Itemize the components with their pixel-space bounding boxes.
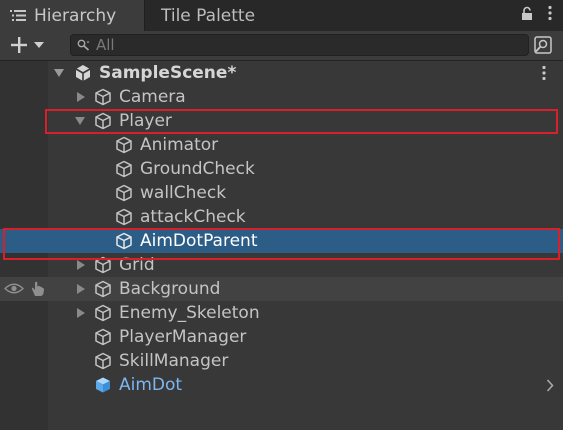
tab-actions — [521, 5, 553, 21]
hierarchy-item-attackcheck[interactable]: attackCheck — [0, 205, 563, 229]
hamburger-list-icon — [10, 10, 26, 21]
hierarchy-item-label: Camera — [119, 87, 186, 107]
gameobject-cube-icon — [116, 208, 132, 226]
hierarchy-item-label: Player — [119, 111, 172, 131]
open-prefab-chevron-icon[interactable] — [546, 379, 554, 392]
gameobject-cube-icon — [95, 352, 111, 370]
plus-icon — [11, 37, 27, 53]
hierarchy-item-label: wallCheck — [140, 183, 227, 203]
pickable-hand-icon[interactable] — [29, 280, 47, 298]
hierarchy-item-skillmanager[interactable]: SkillManager — [0, 349, 563, 373]
gameobject-cube-icon — [95, 112, 111, 130]
hierarchy-item-grid[interactable]: Grid — [0, 253, 563, 277]
hierarchy-item-label: Grid — [119, 255, 155, 275]
scene-row[interactable]: SampleScene* — [0, 61, 563, 85]
gameobject-cube-icon — [95, 304, 111, 322]
search-input[interactable] — [96, 36, 496, 54]
tab-hierarchy-label: Hierarchy — [34, 5, 117, 26]
hierarchy-item-animator[interactable]: Animator — [0, 133, 563, 157]
tab-tile-palette-label: Tile Palette — [161, 5, 256, 26]
gameobject-cube-icon — [116, 160, 132, 178]
unity-logo-icon — [75, 65, 91, 81]
collapse-arrow-right-icon[interactable] — [76, 260, 86, 270]
hierarchy-item-label: Enemy_Skeleton — [119, 303, 260, 323]
kebab-menu-icon[interactable] — [547, 5, 553, 21]
hierarchy-tree: SampleScene* Camera Player Animator Grou… — [0, 61, 563, 430]
gameobject-cube-icon — [95, 88, 111, 106]
gameobject-cube-icon — [95, 256, 111, 274]
collapse-arrow-right-icon[interactable] — [76, 92, 86, 102]
hierarchy-item-groundcheck[interactable]: GroundCheck — [0, 157, 563, 181]
hierarchy-item-wallcheck[interactable]: wallCheck — [0, 181, 563, 205]
hierarchy-item-label: AimDot — [119, 375, 183, 395]
hierarchy-item-label: AimDotParent — [140, 231, 258, 251]
hierarchy-item-enemy-skeleton[interactable]: Enemy_Skeleton — [0, 301, 563, 325]
hierarchy-item-aimdotparent[interactable]: AimDotParent — [0, 229, 563, 253]
gameobject-cube-icon — [116, 184, 132, 202]
prefab-cube-icon — [96, 377, 110, 393]
caret-down-icon — [34, 42, 44, 48]
tab-bar: Hierarchy Tile Palette — [0, 0, 563, 32]
hierarchy-item-label: attackCheck — [140, 207, 246, 227]
hierarchy-item-label: Background — [119, 279, 221, 299]
scene-kebab-menu-icon[interactable] — [541, 65, 547, 81]
hierarchy-item-player[interactable]: Player — [0, 109, 563, 133]
collapse-arrow-right-icon[interactable] — [76, 308, 86, 318]
create-dropdown-button[interactable] — [10, 35, 50, 55]
visibility-eye-icon[interactable] — [4, 282, 24, 295]
hierarchy-item-background[interactable]: Background — [0, 277, 563, 301]
search-field[interactable] — [70, 34, 529, 56]
search-icon — [77, 39, 90, 51]
hierarchy-item-camera[interactable]: Camera — [0, 85, 563, 109]
hierarchy-item-label: GroundCheck — [140, 159, 255, 179]
gameobject-cube-icon — [116, 232, 132, 250]
hierarchy-item-label: Animator — [140, 135, 219, 155]
tab-tile-palette[interactable]: Tile Palette — [146, 0, 286, 31]
tab-hierarchy[interactable]: Hierarchy — [0, 0, 145, 31]
scene-name: SampleScene* — [99, 63, 237, 83]
search-options-icon[interactable] — [533, 35, 553, 55]
hierarchy-item-label: PlayerManager — [119, 327, 247, 347]
hierarchy-item-aimdot[interactable]: AimDot — [0, 373, 563, 397]
gameobject-cube-icon — [95, 328, 111, 346]
hierarchy-item-playermanager[interactable]: PlayerManager — [0, 325, 563, 349]
expand-arrow-icon[interactable] — [75, 116, 85, 126]
gameobject-cube-icon — [95, 280, 111, 298]
lock-icon[interactable] — [521, 6, 533, 21]
collapse-arrow-right-icon[interactable] — [76, 284, 86, 294]
gameobject-cube-icon — [116, 136, 132, 154]
hierarchy-item-label: SkillManager — [119, 351, 229, 371]
hierarchy-toolbar — [0, 31, 563, 61]
expand-arrow-icon[interactable] — [54, 68, 64, 78]
